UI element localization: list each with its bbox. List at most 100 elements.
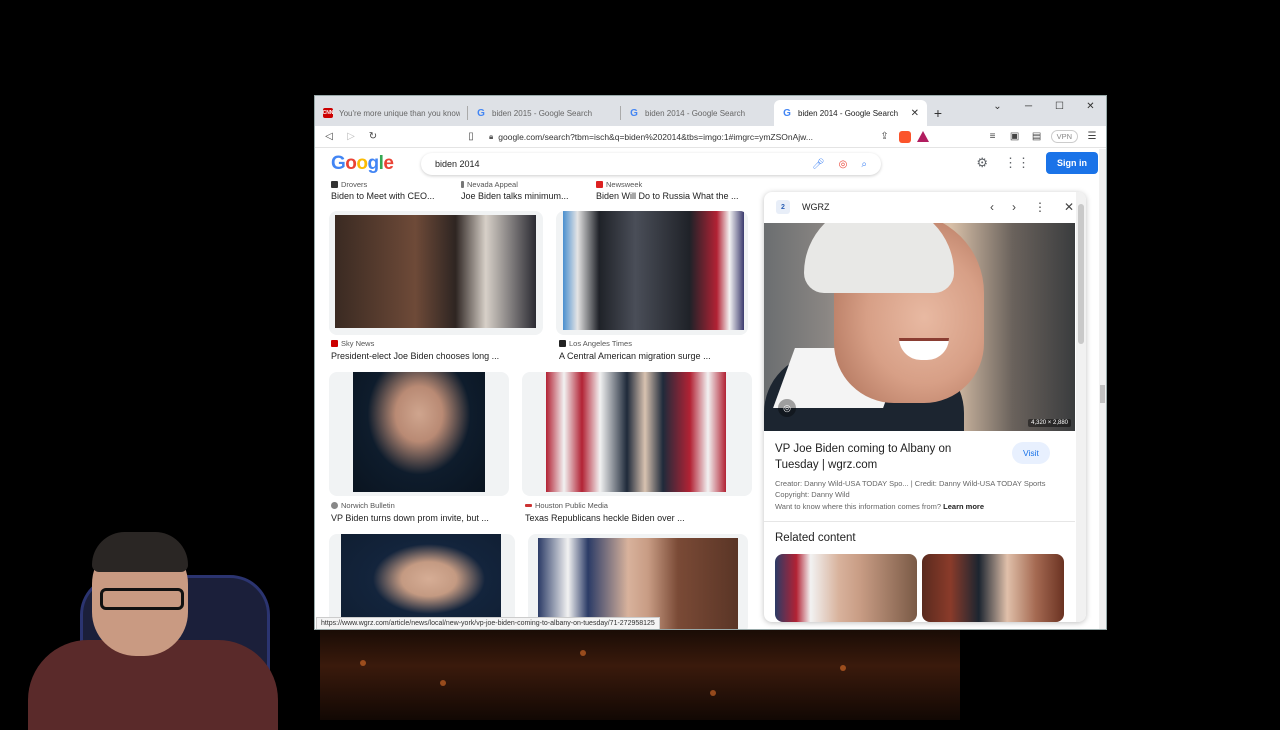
result-source: Newsweek xyxy=(596,180,642,189)
wgrz-logo-icon: 2 xyxy=(776,200,790,214)
result-image xyxy=(335,215,536,328)
result-source: Nevada Appeal xyxy=(461,180,518,189)
result-image xyxy=(538,538,738,629)
google-lens-icon[interactable]: ◎ xyxy=(839,159,848,170)
google-icon: G xyxy=(783,107,791,119)
status-bar-url: https://www.wgrz.com/article/news/local/… xyxy=(316,617,660,629)
result-source: Drovers xyxy=(331,180,367,189)
bookmark-icon[interactable]: ▯ xyxy=(463,131,479,142)
image-credit: Creator: Danny Wild-USA TODAY Spo... | C… xyxy=(775,479,1046,499)
forward-icon[interactable]: ▷ xyxy=(343,131,359,142)
sign-in-button[interactable]: Sign in xyxy=(1046,152,1098,174)
close-tab-icon[interactable]: ✕ xyxy=(911,108,919,119)
result-source: Houston Public Media xyxy=(525,501,608,510)
google-header: Google biden 2014 🎤︎ ◎ ⌕ ⚙ ⋮⋮ Sign in xyxy=(315,149,1106,179)
google-icon: G xyxy=(477,107,485,119)
back-icon[interactable]: ◁ xyxy=(321,131,337,142)
tab-search-icon[interactable]: ⌄ xyxy=(982,96,1013,116)
preview-image[interactable]: ◎ 4,320 × 2,880 xyxy=(764,223,1075,431)
result-caption[interactable]: Joe Biden talks minimum... xyxy=(461,191,569,201)
image-result[interactable] xyxy=(329,534,515,629)
background-video-scene xyxy=(320,630,960,720)
tab-strip: CNN You're more unique than you know | G… xyxy=(315,96,1106,126)
learn-more-link[interactable]: Learn more xyxy=(943,502,984,511)
apps-grid-icon[interactable]: ⋮⋮ xyxy=(1004,155,1030,171)
sidebar-icon[interactable]: ▣ xyxy=(1007,131,1023,142)
search-icon[interactable]: ⌕ xyxy=(861,159,867,170)
cnn-icon: CNN xyxy=(322,108,334,118)
lens-search-icon[interactable]: ◎ xyxy=(778,399,796,417)
image-dimensions: 4,320 × 2,880 xyxy=(1028,419,1071,427)
search-query: biden 2014 xyxy=(435,159,480,169)
reload-icon[interactable]: ↻ xyxy=(365,131,381,142)
related-image[interactable] xyxy=(775,554,917,622)
preview-title[interactable]: VP Joe Biden coming to Albany on Tuesday… xyxy=(775,441,975,473)
person-glasses xyxy=(100,588,184,610)
settings-gear-icon[interactable]: ⚙ xyxy=(976,155,988,171)
tab-label: biden 2015 - Google Search xyxy=(492,108,593,118)
panel-header: 2 WGRZ ‹ › ⋮ ✕ xyxy=(764,192,1086,222)
result-image xyxy=(546,372,726,492)
lock-icon: 🔒︎ xyxy=(489,131,494,141)
result-caption[interactable]: President-elect Joe Biden chooses long .… xyxy=(331,351,499,361)
google-logo[interactable]: Google xyxy=(331,153,394,175)
tab-label: biden 2014 - Google Search xyxy=(645,108,746,118)
webcam-overlay xyxy=(20,530,280,730)
result-caption[interactable]: Texas Republicans heckle Biden over ... xyxy=(525,513,685,523)
brave-shields-icon[interactable] xyxy=(898,130,911,143)
brave-rewards-icon[interactable] xyxy=(916,131,929,142)
minimize-icon[interactable]: ─ xyxy=(1013,96,1044,116)
tab-biden-2014-active[interactable]: G biden 2014 - Google Search ✕ xyxy=(774,100,927,126)
maximize-icon[interactable]: ☐ xyxy=(1044,96,1075,116)
panel-site-name[interactable]: WGRZ xyxy=(802,202,990,212)
result-source: Los Angeles Times xyxy=(559,339,632,348)
related-content-heading: Related content xyxy=(775,532,856,544)
wallet-icon[interactable]: ▤ xyxy=(1029,131,1045,142)
result-image xyxy=(341,534,501,629)
url-field[interactable]: 🔒︎ google.com/search?tbm=isch&q=biden%20… xyxy=(485,128,871,146)
image-result[interactable] xyxy=(528,534,748,629)
menu-icon[interactable]: ☰ xyxy=(1084,131,1100,142)
image-result[interactable] xyxy=(522,372,752,496)
image-preview-panel: 2 WGRZ ‹ › ⋮ ✕ ◎ 4,320 × 2,880 VP Joe Bi… xyxy=(764,192,1086,622)
chevron-right-icon[interactable]: › xyxy=(1012,200,1016,214)
result-source: Sky News xyxy=(331,339,374,348)
tab-biden-2015[interactable]: G biden 2015 - Google Search xyxy=(468,100,621,126)
new-tab-button[interactable]: + xyxy=(927,100,949,126)
image-result[interactable] xyxy=(329,211,543,335)
info-source-note: Want to know where this information come… xyxy=(775,502,984,511)
tab-label: biden 2014 - Google Search xyxy=(798,108,899,118)
vpn-button[interactable]: VPN xyxy=(1050,130,1078,143)
share-icon[interactable]: ⇪ xyxy=(877,131,893,142)
result-caption[interactable]: VP Biden turns down prom invite, but ... xyxy=(331,513,489,523)
tab-label: You're more unique than you know | xyxy=(339,108,460,118)
result-caption[interactable]: Biden Will Do to Russia What the ... xyxy=(596,191,739,201)
more-vert-icon[interactable]: ⋮ xyxy=(1034,200,1046,214)
close-icon[interactable]: ✕ xyxy=(1064,200,1074,214)
result-caption[interactable]: A Central American migration surge ... xyxy=(559,351,711,361)
image-result[interactable] xyxy=(556,211,748,335)
microphone-icon[interactable]: 🎤︎ xyxy=(812,159,825,170)
tab-cnn[interactable]: CNN You're more unique than you know | xyxy=(315,100,468,126)
window-controls: ⌄ ─ ☐ ✕ xyxy=(982,96,1106,116)
playlist-icon[interactable]: ≡ xyxy=(985,131,1001,142)
tab-biden-2014[interactable]: G biden 2014 - Google Search xyxy=(621,100,774,126)
url-text: google.com/search?tbm=isch&q=biden%20201… xyxy=(498,131,813,142)
person-hair xyxy=(92,532,188,572)
result-image xyxy=(563,211,744,330)
panel-scrollbar[interactable] xyxy=(1076,192,1086,622)
result-caption[interactable]: Biden to Meet with CEO... xyxy=(331,191,435,201)
related-image[interactable] xyxy=(922,554,1064,622)
google-images-page: Google biden 2014 🎤︎ ◎ ⌕ ⚙ ⋮⋮ Sign in Dr… xyxy=(315,149,1106,629)
browser-window: CNN You're more unique than you know | G… xyxy=(314,95,1107,630)
close-window-icon[interactable]: ✕ xyxy=(1075,96,1106,116)
address-bar: ◁ ▷ ↻ ▯ 🔒︎ google.com/search?tbm=isch&q=… xyxy=(315,126,1106,148)
google-icon: G xyxy=(630,107,638,119)
page-scrollbar[interactable] xyxy=(1099,149,1106,629)
result-source: Norwich Bulletin xyxy=(331,501,395,510)
chevron-left-icon[interactable]: ‹ xyxy=(990,200,994,214)
visit-button[interactable]: Visit xyxy=(1012,442,1050,464)
image-result[interactable] xyxy=(329,372,509,496)
result-image xyxy=(353,372,485,492)
search-input[interactable]: biden 2014 🎤︎ ◎ ⌕ xyxy=(421,153,881,175)
